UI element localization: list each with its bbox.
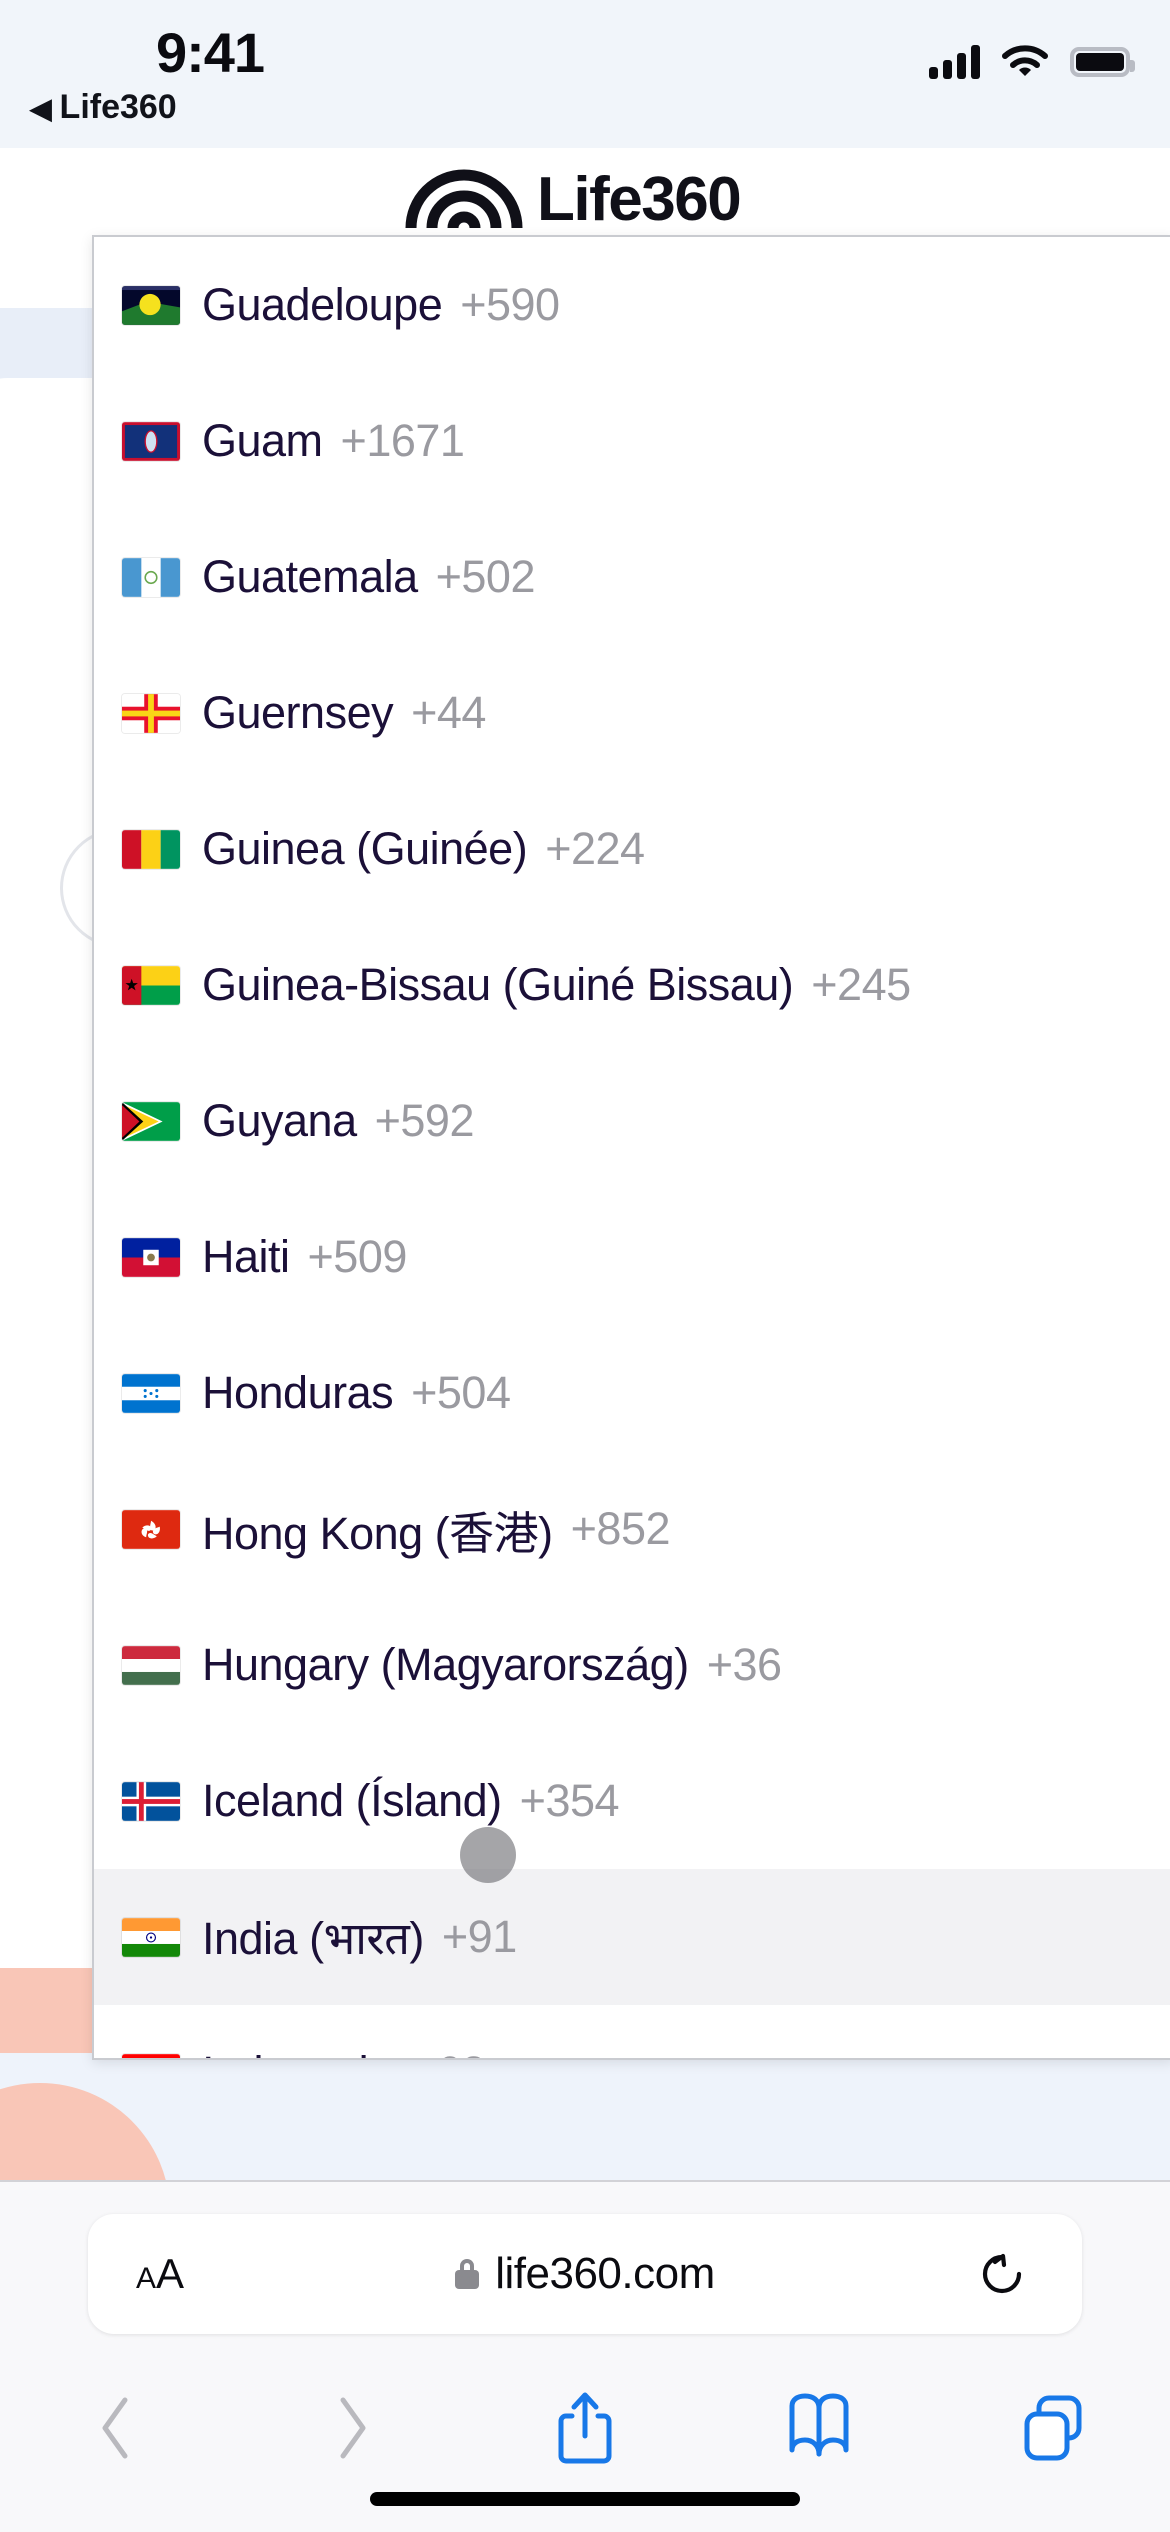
touch-indicator	[460, 1827, 516, 1883]
country-dial-code: +509	[307, 1231, 408, 1282]
country-dial-code: +1671	[340, 415, 465, 466]
list-item[interactable]: Guernsey +44	[94, 645, 1170, 781]
list-item[interactable]: Guyana +592	[94, 1053, 1170, 1189]
list-item[interactable]: Honduras +504	[94, 1325, 1170, 1461]
forward-button[interactable]	[234, 2368, 468, 2488]
reload-button[interactable]	[978, 2250, 1026, 2298]
life360-wordmark: Life360	[537, 165, 742, 235]
country-name: Guinea-Bissau (Guiné Bissau)	[202, 959, 794, 1010]
country-name: Haiti	[202, 1231, 290, 1282]
country-name: Hungary (Magyarország)	[202, 1639, 689, 1690]
list-item[interactable]: Iceland (Ísland) +354	[94, 1733, 1170, 1869]
country-name: Guernsey	[202, 687, 394, 738]
battery-icon	[1070, 47, 1135, 77]
list-item[interactable]: Hong Kong (香港) +852	[94, 1461, 1170, 1597]
life360-arc-logo	[405, 169, 523, 229]
safari-toolbar: A A life360.com	[0, 2180, 1170, 2532]
country-name: Guatemala	[202, 551, 418, 602]
share-icon	[558, 2392, 612, 2464]
flag-guinea-icon	[122, 829, 180, 869]
country-name: Guinea (Guinée)	[202, 823, 528, 874]
chevron-left-icon	[102, 2397, 128, 2459]
page-footer-band	[0, 2053, 1170, 2180]
country-name: India (भारत)	[202, 1912, 424, 1964]
list-item[interactable]: Guadeloupe +590	[94, 237, 1170, 373]
country-dial-code: +36	[706, 1639, 782, 1690]
lock-icon	[455, 2259, 480, 2289]
country-name: Iceland (Ísland)	[202, 1775, 502, 1826]
status-bar: 9:41 ◀ Life360	[0, 0, 1170, 148]
list-item[interactable]: Haiti +509	[94, 1189, 1170, 1325]
country-name: Honduras	[202, 1367, 394, 1418]
list-item[interactable]: Hungary (Magyarország) +36	[94, 1597, 1170, 1733]
country-dial-code: +245	[811, 959, 911, 1010]
flag-guyana-icon	[122, 1101, 180, 1141]
url-text: life360.com	[495, 2249, 715, 2298]
country-dial-code: +44	[411, 687, 486, 738]
address-bar-center: life360.com	[88, 2249, 1082, 2299]
address-bar[interactable]: A A life360.com	[88, 2214, 1082, 2334]
flag-haiti-icon	[122, 1237, 180, 1277]
status-time: 9:41	[155, 21, 265, 84]
back-to-app-button[interactable]: ◀ Life360	[30, 88, 177, 127]
reload-icon	[982, 2253, 1022, 2294]
tabs-button[interactable]	[936, 2368, 1170, 2488]
country-dial-code: +502	[435, 551, 536, 602]
browser-nav-bar	[0, 2368, 1170, 2488]
list-item-selected[interactable]: India (भारत) +91	[94, 1869, 1170, 2005]
chevron-right-icon	[340, 2397, 366, 2459]
country-dial-code: +354	[519, 1775, 620, 1826]
tabs-icon	[1024, 2395, 1082, 2461]
country-name: Indonesia	[202, 2047, 393, 2058]
country-dial-code: +592	[374, 1095, 475, 1146]
flag-indonesia-icon	[122, 2053, 180, 2058]
country-dial-code: +62	[411, 2047, 486, 2058]
flag-iceland-icon	[122, 1781, 180, 1821]
share-button[interactable]	[468, 2368, 702, 2488]
home-indicator	[370, 2492, 800, 2506]
flag-guadeloupe-icon	[122, 285, 180, 325]
flag-guatemala-icon	[122, 557, 180, 597]
country-name: Guyana	[202, 1095, 357, 1146]
flag-hungary-icon	[122, 1645, 180, 1685]
list-item[interactable]: Indonesia +62	[94, 2005, 1170, 2058]
flag-honduras-icon	[122, 1373, 180, 1413]
back-button[interactable]	[0, 2368, 234, 2488]
list-item[interactable]: Guam +1671	[94, 373, 1170, 509]
country-name: Hong Kong (香港)	[202, 1507, 553, 1559]
flag-guernsey-icon	[122, 693, 180, 733]
country-dial-code: +91	[441, 1911, 517, 1962]
country-name: Guam	[202, 415, 323, 466]
list-item[interactable]: Guatemala +502	[94, 509, 1170, 645]
country-name: Guadeloupe	[202, 279, 443, 330]
flag-guinea-bissau-icon	[122, 965, 180, 1005]
iphone-screen: Life360 9:41 ◀ Life360 Guadeloupe +590 G…	[0, 0, 1170, 2532]
status-indicators	[929, 38, 1135, 86]
cellular-signal-icon	[929, 45, 980, 79]
flag-india-icon	[122, 1917, 180, 1957]
book-icon	[789, 2393, 849, 2457]
wifi-icon	[1002, 45, 1048, 76]
country-dial-code: +224	[545, 823, 645, 874]
country-code-select-dropdown[interactable]: Guadeloupe +590 Guam +1671 Guatemala +50…	[92, 235, 1170, 2060]
back-triangle-icon: ◀	[30, 92, 52, 124]
back-to-app-label: Life360	[59, 88, 177, 126]
flag-guam-icon	[122, 421, 180, 461]
flag-hong-kong-icon	[122, 1509, 180, 1549]
list-item[interactable]: Guinea (Guinée) +224	[94, 781, 1170, 917]
life360-logo: Life360	[405, 148, 785, 235]
country-dial-code: +852	[570, 1503, 671, 1554]
list-item[interactable]: Guinea-Bissau (Guiné Bissau) +245	[94, 917, 1170, 1053]
bookmarks-button[interactable]	[702, 2368, 936, 2488]
country-dial-code: +590	[460, 279, 560, 330]
country-dial-code: +504	[411, 1367, 511, 1418]
